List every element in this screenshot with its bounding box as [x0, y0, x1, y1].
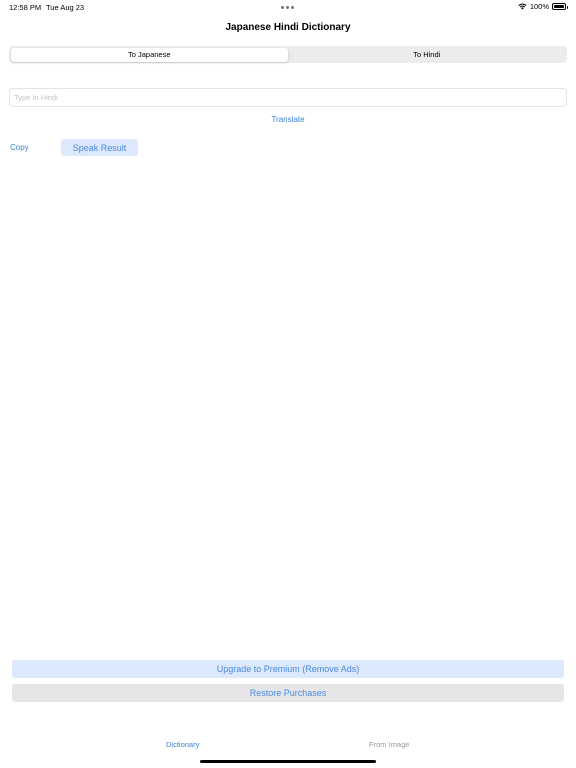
restore-purchases-button[interactable]: Restore Purchases [12, 684, 564, 702]
page-title: Japanese Hindi Dictionary [225, 22, 351, 33]
status-time: 12:58 PM [9, 3, 42, 12]
upgrade-premium-button[interactable]: Upgrade to Premium (Remove Ads) [12, 660, 564, 678]
battery-icon [552, 3, 568, 10]
hindi-input[interactable] [9, 88, 567, 107]
tab-from-image[interactable]: From Image [369, 740, 409, 749]
direction-segmented-control[interactable]: To Japanese To Hindi [9, 46, 567, 63]
app-window: 12:58 PM Tue Aug 23 100% Japanese Hindi … [0, 0, 576, 768]
battery-percent: 100% [529, 2, 549, 11]
segment-to-japanese[interactable]: To Japanese [10, 47, 288, 62]
tab-dictionary[interactable]: Dictionary [166, 740, 199, 749]
wifi-icon [518, 3, 527, 10]
status-bar: 12:58 PM Tue Aug 23 100% [0, 0, 576, 14]
status-indicators: 100% [518, 2, 568, 11]
translate-button[interactable]: Translate [0, 115, 576, 124]
home-indicator[interactable] [200, 760, 376, 763]
multitasking-dots-icon[interactable] [281, 6, 295, 9]
segment-to-hindi[interactable]: To Hindi [288, 48, 566, 62]
copy-button[interactable]: Copy [10, 143, 29, 152]
tab-bar: Dictionary From Image [0, 736, 576, 756]
battery-fill [554, 5, 564, 8]
status-date: Tue Aug 23 [46, 3, 85, 12]
speak-result-button[interactable]: Speak Result [61, 139, 138, 156]
